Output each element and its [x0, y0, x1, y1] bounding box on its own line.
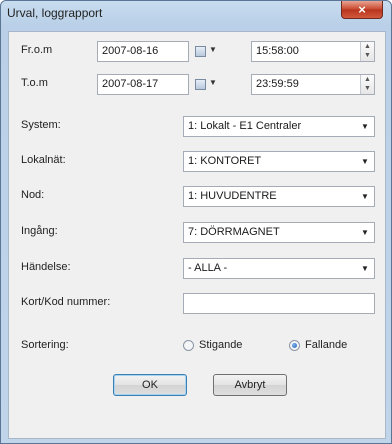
chevron-down-icon: ▼: [209, 78, 217, 87]
card-number-input[interactable]: [183, 293, 375, 314]
spin-down-icon[interactable]: ▼: [361, 51, 374, 60]
to-date-field[interactable]: 2007-08-17: [97, 74, 189, 95]
ok-button[interactable]: OK: [113, 374, 187, 396]
from-date-value: 2007-08-16: [102, 45, 159, 57]
chevron-down-icon: ▼: [209, 45, 217, 54]
from-date-field[interactable]: 2007-08-16: [97, 41, 189, 62]
to-calendar-button[interactable]: ▼: [195, 77, 221, 93]
from-time-spinner[interactable]: ▲ ▼: [360, 42, 374, 61]
handelse-value: - ALLA -: [188, 262, 228, 274]
to-time-spinner[interactable]: ▲ ▼: [360, 75, 374, 94]
handelse-select[interactable]: - ALLA - ▼: [183, 258, 375, 279]
sort-descending-radio[interactable]: [289, 340, 300, 351]
to-time-value: 23:59:59: [256, 78, 299, 90]
chevron-down-icon[interactable]: ▼: [358, 225, 372, 240]
close-icon: ×: [358, 2, 366, 17]
nod-label: Nod:: [21, 189, 45, 201]
dialog-body: Fr.o.m 2007-08-16 ▼ 15:58:00 ▲ ▼ T.o.m 2…: [8, 31, 386, 439]
chevron-down-icon[interactable]: ▼: [358, 119, 372, 134]
to-label: T.o.m: [21, 77, 48, 89]
sort-descending-label[interactable]: Fallande: [305, 339, 347, 351]
ingang-select[interactable]: 7: DÖRRMAGNET ▼: [183, 222, 375, 243]
from-time-field[interactable]: 15:58:00 ▲ ▼: [251, 41, 375, 62]
window-title: Urval, loggrapport: [7, 6, 103, 20]
sort-label: Sortering:: [21, 339, 69, 351]
spin-up-icon[interactable]: ▲: [361, 75, 374, 84]
close-button[interactable]: ×: [341, 1, 383, 19]
lokalnat-value: 1: KONTORET: [188, 155, 262, 167]
calendar-icon: [195, 46, 206, 57]
system-select[interactable]: 1: Lokalt - E1 Centraler ▼: [183, 116, 375, 137]
spin-up-icon[interactable]: ▲: [361, 42, 374, 51]
card-number-label: Kort/Kod nummer:: [21, 296, 111, 308]
ingang-label: Ingång:: [21, 225, 58, 237]
nod-value: 1: HUVUDENTRE: [188, 190, 277, 202]
spin-down-icon[interactable]: ▼: [361, 84, 374, 93]
title-bar[interactable]: Urval, loggrapport ×: [1, 1, 391, 25]
from-calendar-button[interactable]: ▼: [195, 44, 221, 60]
chevron-down-icon[interactable]: ▼: [358, 261, 372, 276]
ingang-value: 7: DÖRRMAGNET: [188, 226, 280, 238]
sort-ascending-label[interactable]: Stigande: [199, 339, 242, 351]
system-label: System:: [21, 119, 61, 131]
to-time-field[interactable]: 23:59:59 ▲ ▼: [251, 74, 375, 95]
system-value: 1: Lokalt - E1 Centraler: [188, 120, 302, 132]
from-label: Fr.o.m: [21, 44, 53, 56]
dialog-window: Urval, loggrapport × Fr.o.m 2007-08-16 ▼…: [0, 0, 392, 444]
sort-ascending-radio[interactable]: [183, 340, 194, 351]
handelse-label: Händelse:: [21, 261, 71, 273]
chevron-down-icon[interactable]: ▼: [358, 154, 372, 169]
from-time-value: 15:58:00: [256, 45, 299, 57]
lokalnat-label: Lokalnät:: [21, 154, 66, 166]
to-date-value: 2007-08-17: [102, 78, 159, 90]
cancel-button[interactable]: Avbryt: [213, 374, 287, 396]
chevron-down-icon[interactable]: ▼: [358, 189, 372, 204]
lokalnat-select[interactable]: 1: KONTORET ▼: [183, 151, 375, 172]
nod-select[interactable]: 1: HUVUDENTRE ▼: [183, 186, 375, 207]
calendar-icon: [195, 79, 206, 90]
